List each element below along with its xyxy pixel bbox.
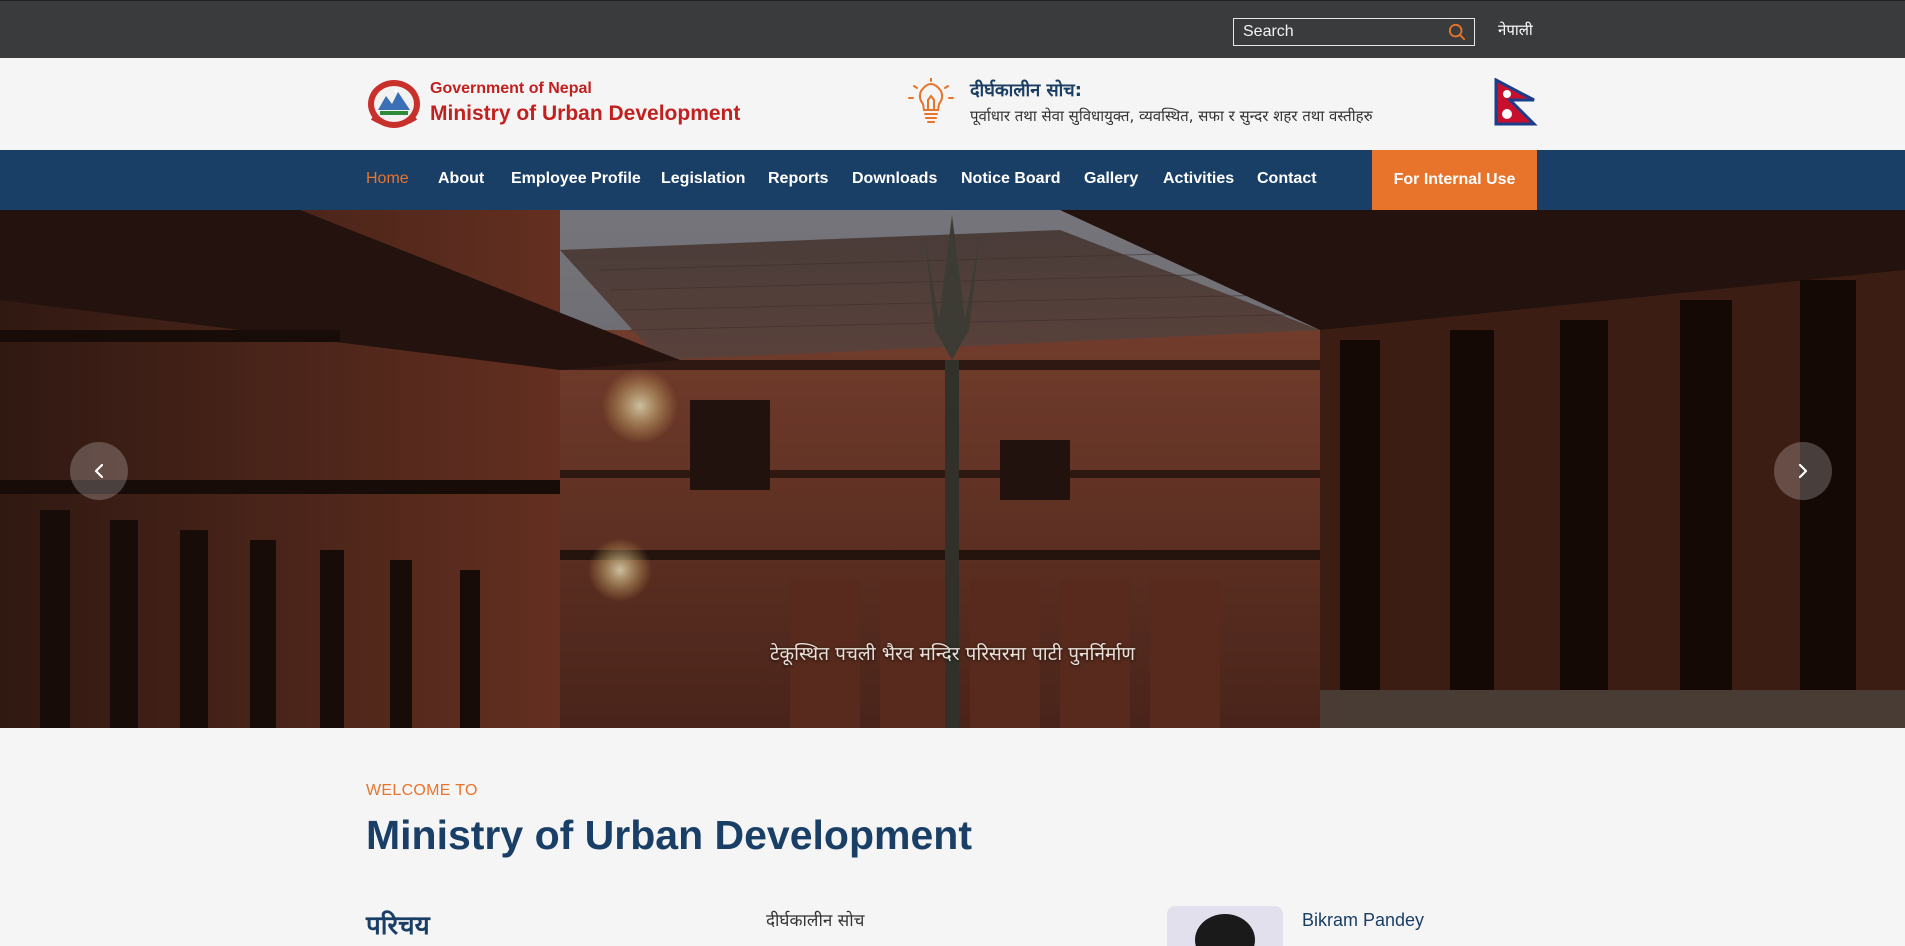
official-photo bbox=[1167, 906, 1283, 946]
vision-section-heading: दीर्घकालीन सोच bbox=[766, 911, 865, 931]
slide-caption: टेकूस्थित पचली भैरव मन्दिर परिसरमा पाटी … bbox=[769, 643, 1136, 665]
vision-title: दीर्घकालीन सोच: bbox=[970, 80, 1082, 101]
nav-item-legislation[interactable]: Legislation bbox=[661, 170, 745, 188]
nav-item-contact[interactable]: Contact bbox=[1257, 170, 1317, 188]
main-navigation: Home About Employee Profile Legislation … bbox=[0, 150, 1905, 210]
nav-item-about[interactable]: About bbox=[438, 170, 484, 188]
carousel-next-button[interactable] bbox=[1774, 442, 1832, 500]
top-bar: नेपाली bbox=[0, 0, 1905, 58]
search-input[interactable] bbox=[1234, 19, 1444, 45]
nav-item-reports[interactable]: Reports bbox=[768, 170, 828, 188]
site-header: Government of Nepal Ministry of Urban De… bbox=[0, 58, 1905, 150]
welcome-kicker: WELCOME TO bbox=[366, 782, 478, 799]
chevron-left-icon bbox=[94, 463, 104, 479]
official-name[interactable]: Bikram Pandey bbox=[1302, 910, 1424, 931]
person-avatar-icon bbox=[1195, 914, 1255, 946]
search-icon[interactable] bbox=[1448, 23, 1466, 41]
nav-item-downloads[interactable]: Downloads bbox=[852, 170, 937, 188]
page-title: Ministry of Urban Development bbox=[366, 812, 972, 858]
nav-item-activities[interactable]: Activities bbox=[1163, 170, 1234, 188]
carousel-prev-button[interactable] bbox=[70, 442, 128, 500]
internal-use-button[interactable]: For Internal Use bbox=[1372, 150, 1537, 210]
intro-heading: परिचय bbox=[366, 911, 430, 941]
nav-item-notice-board[interactable]: Notice Board bbox=[961, 170, 1061, 188]
nav-item-home[interactable]: Home bbox=[366, 170, 409, 188]
chevron-right-icon bbox=[1798, 463, 1808, 479]
ministry-name[interactable]: Ministry of Urban Development bbox=[430, 102, 740, 126]
lightbulb-icon bbox=[908, 78, 954, 123]
government-name: Government of Nepal bbox=[430, 80, 592, 97]
nav-item-employee-profile[interactable]: Employee Profile bbox=[511, 170, 641, 188]
nav-item-gallery[interactable]: Gallery bbox=[1084, 170, 1138, 188]
nepal-flag-icon bbox=[1494, 78, 1538, 126]
nepal-emblem-icon[interactable] bbox=[366, 78, 422, 130]
search-box bbox=[1233, 18, 1475, 46]
hero-carousel: टेकूस्थित पचली भैरव मन्दिर परिसरमा पाटी … bbox=[0, 210, 1905, 728]
language-switch-link[interactable]: नेपाली bbox=[1498, 20, 1533, 40]
vision-text: पूर्वाधार तथा सेवा सुविधायुक्त, व्यवस्थि… bbox=[970, 107, 1373, 125]
